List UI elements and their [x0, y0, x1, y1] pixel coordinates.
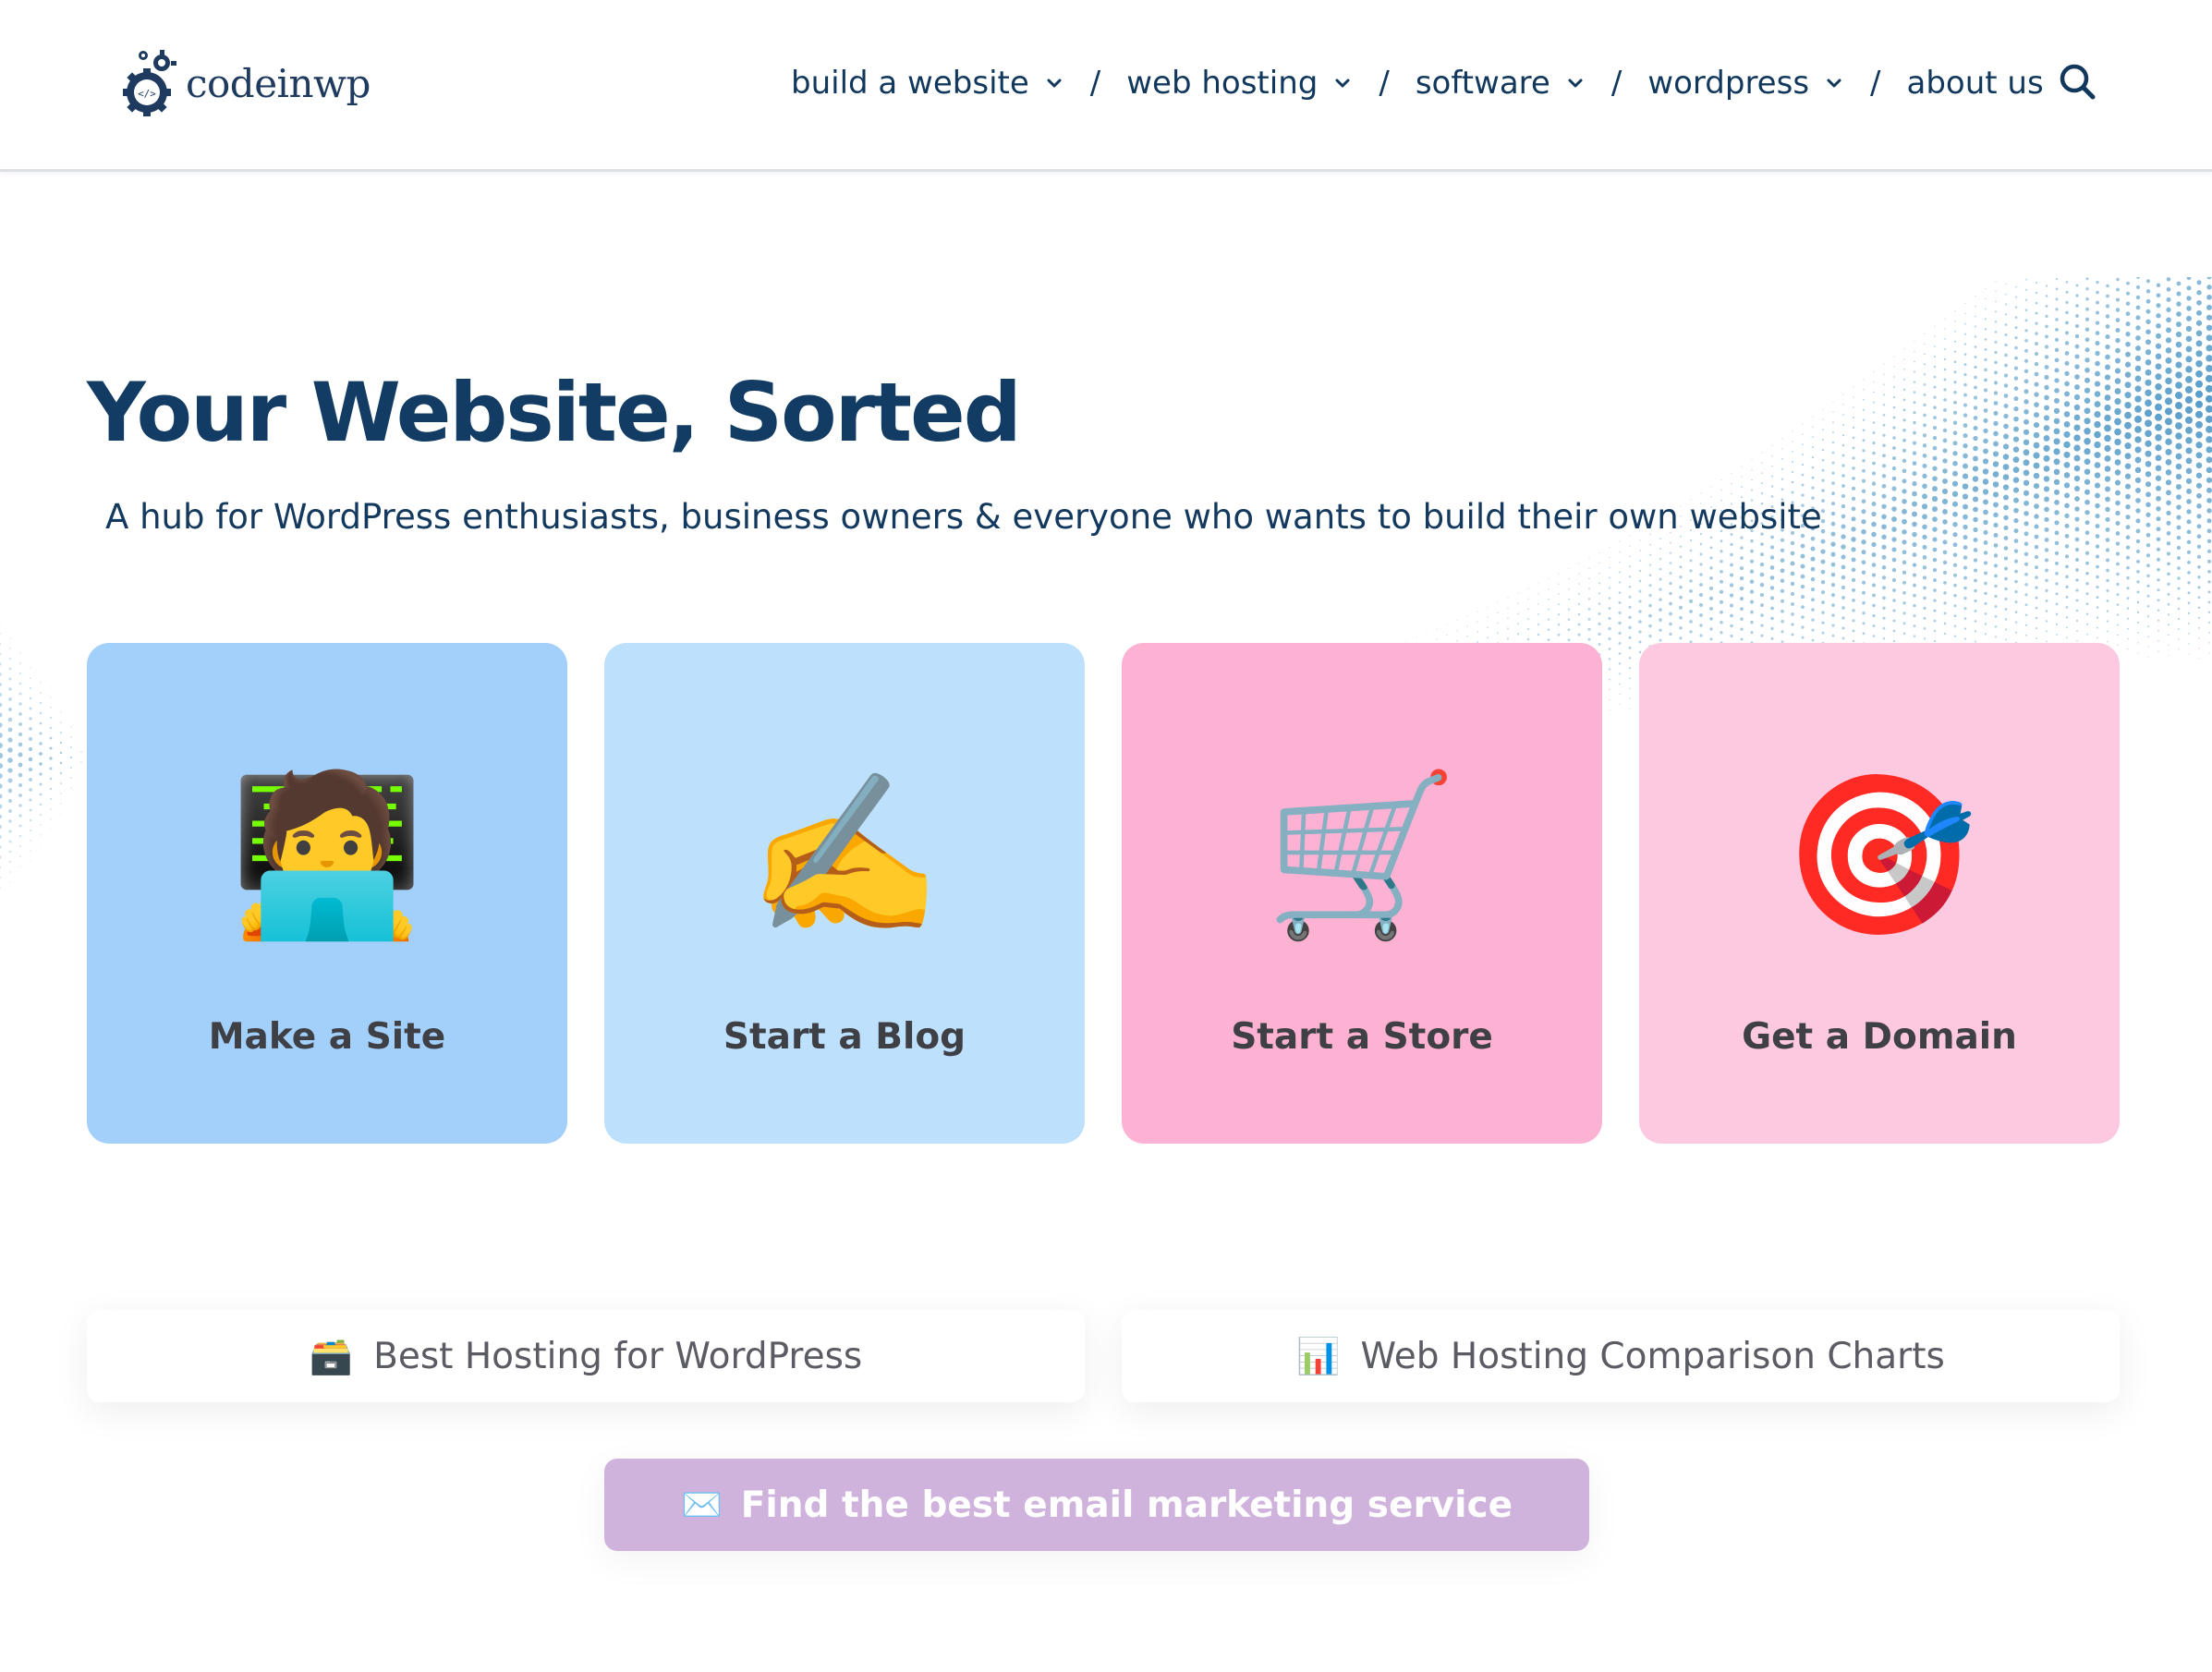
bar-chart-icon: 📊 — [1296, 1335, 1341, 1376]
card-start-a-store[interactable]: 🛒 Start a Store — [1122, 643, 1602, 1144]
nav-item-software[interactable]: software — [1416, 65, 1586, 102]
card-get-a-domain[interactable]: 🎯 Get a Domain — [1639, 643, 2120, 1144]
nav-separator: / — [1379, 65, 1390, 102]
card-label: Start a Blog — [723, 1016, 966, 1058]
main-nav: build a website / web hosting / software… — [791, 55, 2044, 111]
card-start-a-blog[interactable]: ✍️ Start a Blog — [604, 643, 1085, 1144]
link-label: Web Hosting Comparison Charts — [1360, 1335, 1945, 1377]
envelope-icon: ✉️ — [680, 1486, 723, 1524]
email-marketing-button[interactable]: ✉️ Find the best email marketing service — [604, 1459, 1589, 1551]
shopping-cart-icon: 🛒 — [1264, 764, 1460, 947]
card-label: Start a Store — [1231, 1016, 1493, 1058]
site-logo[interactable]: </> codeinwp — [121, 46, 371, 120]
nav-item-wordpress[interactable]: wordpress — [1647, 65, 1844, 102]
nav-separator: / — [1870, 65, 1881, 102]
logo-text: codeinwp — [186, 60, 371, 106]
best-hosting-link[interactable]: 🗃️ Best Hosting for WordPress — [87, 1310, 1085, 1402]
chevron-down-icon — [1568, 79, 1583, 88]
nav-separator: / — [1089, 65, 1101, 102]
nav-label: web hosting — [1126, 65, 1319, 102]
nav-item-about-us[interactable]: about us — [1907, 65, 2044, 102]
writing-hand-icon: ✍️ — [747, 764, 942, 947]
chevron-down-icon — [1047, 79, 1062, 88]
page-title: Your Website, Sorted — [87, 365, 1022, 460]
hero-subtitle: A hub for WordPress enthusiasts, busines… — [105, 497, 1822, 537]
target-dart-icon: 🎯 — [1781, 764, 1977, 947]
nav-label: wordpress — [1647, 65, 1810, 102]
nav-separator: / — [1610, 65, 1623, 102]
link-label: Best Hosting for WordPress — [373, 1335, 863, 1377]
chevron-down-icon — [1335, 79, 1350, 88]
nav-label: build a website — [791, 65, 1029, 102]
technologist-icon: 🧑‍💻 — [229, 764, 425, 947]
card-make-a-site[interactable]: 🧑‍💻 Make a Site — [87, 643, 567, 1144]
site-header: </> codeinwp build a website / web hosti… — [0, 0, 2212, 172]
gear-code-logo-icon: </> — [123, 50, 176, 116]
email-button-label: Find the best email marketing service — [740, 1484, 1513, 1526]
nav-label: about us — [1906, 65, 2044, 102]
card-label: Get a Domain — [1742, 1016, 2017, 1058]
card-file-box-icon: 🗃️ — [309, 1335, 354, 1376]
nav-label: software — [1415, 65, 1550, 102]
svg-text:</>: </> — [138, 88, 156, 100]
hosting-comparison-link[interactable]: 📊 Web Hosting Comparison Charts — [1122, 1310, 2120, 1402]
search-icon[interactable] — [2057, 61, 2097, 102]
card-label: Make a Site — [208, 1016, 446, 1058]
nav-item-web-hosting[interactable]: web hosting — [1126, 65, 1353, 102]
nav-item-build-a-website[interactable]: build a website — [791, 65, 1064, 102]
chevron-down-icon — [1827, 79, 1841, 88]
